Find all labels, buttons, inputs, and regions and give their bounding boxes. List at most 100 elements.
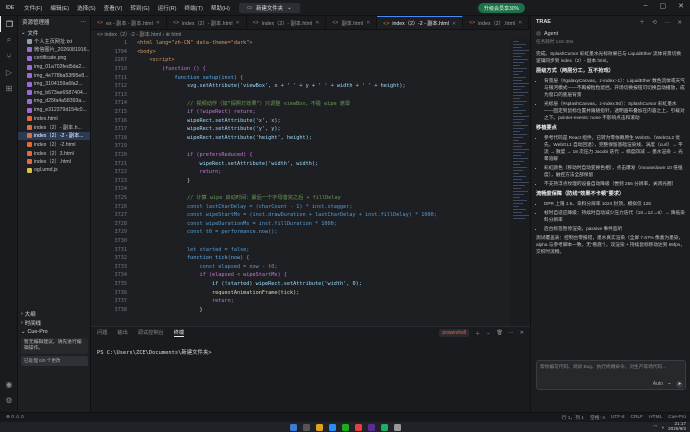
app-icon[interactable]: [393, 423, 401, 431]
panel-tab[interactable]: 调试控制台: [138, 329, 164, 336]
breadcrumb[interactable]: <> index（2）-2 - 副本.html › ⊕ html: [91, 30, 530, 39]
close-tab-icon[interactable]: ✕: [156, 20, 160, 26]
menu-item[interactable]: 终端(T): [181, 4, 207, 12]
windows-start-icon[interactable]: [289, 423, 297, 431]
file-tree-item[interactable]: index（2）3.html: [18, 149, 90, 158]
panel-tab[interactable]: 输出: [117, 329, 127, 336]
close-icon[interactable]: ✕: [520, 330, 524, 336]
file-tree-item[interactable]: img_01a703fed5da2...: [18, 63, 90, 72]
status-item[interactable]: 行 1，列 1: [562, 414, 584, 421]
line-number: 3719: [114, 143, 128, 150]
explorer-section-files[interactable]: ⌄ 文件: [18, 28, 90, 37]
upgrade-button[interactable]: 升级会员享30%: [478, 3, 526, 13]
file-tree-item[interactable]: img_3104159a6fa2...: [18, 80, 90, 89]
status-item[interactable]: UTF-8: [611, 415, 625, 420]
trae-icon[interactable]: [380, 423, 388, 431]
panel-tab[interactable]: 终端: [173, 329, 185, 337]
file-tree-item[interactable]: img_e312379d154c0...: [18, 106, 90, 115]
ide-icon[interactable]: [367, 423, 375, 431]
code-text: }: [137, 177, 191, 184]
cue-status-badge[interactable]: 已处理 0/0 个更改: [21, 356, 88, 366]
attach-icon[interactable]: ⌁: [668, 381, 671, 387]
settings-gear-icon[interactable]: ⚙: [0, 392, 18, 408]
extensions-icon[interactable]: ⊞: [0, 80, 18, 96]
file-tree-item[interactable]: index（2）-2 - 副本...: [18, 131, 90, 141]
close-tab-icon[interactable]: ✕: [452, 21, 456, 27]
wechat-icon[interactable]: [341, 423, 349, 431]
clock[interactable]: 21:17 2026/9/3: [668, 422, 686, 431]
editor-tab[interactable]: <> index（2）- 副本.html ✕: [247, 16, 327, 29]
status-item[interactable]: 空格: 4: [590, 414, 605, 421]
status-item[interactable]: Cue-Pro: [668, 415, 686, 420]
close-tab-icon[interactable]: ✕: [518, 20, 522, 26]
window-title[interactable]: ▭ 新建文件夹 ⌄: [239, 3, 300, 13]
file-name: index（2）- 副本.h...: [34, 124, 82, 131]
more-icon[interactable]: ⋯: [509, 330, 514, 336]
minimap[interactable]: [510, 39, 530, 326]
model-selector[interactable]: Auto: [653, 381, 663, 387]
close-tab-icon[interactable]: ✕: [315, 20, 319, 26]
file-tree-item[interactable]: 个人主页网址.txt: [18, 37, 90, 46]
code-text: return;: [137, 298, 234, 305]
file-tree-item[interactable]: img_4e778ba53f95e8...: [18, 71, 90, 80]
source-control-icon[interactable]: ⑂: [0, 48, 18, 64]
close-tab-icon[interactable]: ✕: [366, 20, 370, 26]
list-item: DPR 上限 1.5、染料分辨率 1024 封顶，模拟仅 128: [544, 200, 685, 207]
code-editor[interactable]: 1 <html lang="zh-CN" data-theme="dark"> 17…: [91, 39, 530, 326]
file-tree-item[interactable]: index（2）-2.html: [18, 140, 90, 149]
add-terminal-icon[interactable]: ＋: [475, 330, 480, 337]
close-tab-icon[interactable]: ✕: [235, 20, 239, 26]
menu-item[interactable]: 帮助(H): [207, 4, 234, 12]
editor-tab[interactable]: <> index（2）-2 - 副本.html ✕: [377, 16, 464, 29]
editor-tab[interactable]: <> index（2）.html ✕: [463, 16, 530, 29]
wifi-icon[interactable]: ◠: [653, 424, 657, 430]
maximize-icon[interactable]: ▢: [660, 2, 667, 10]
editor-tab[interactable]: <> ex - 副本 - 副本.html ✕: [91, 16, 167, 29]
status-item[interactable]: HTML: [649, 415, 662, 420]
timeline-section[interactable]: › 时间线: [18, 318, 90, 327]
trash-icon[interactable]: 🗑: [496, 330, 502, 336]
search-icon[interactable]: ⌕: [0, 32, 18, 48]
panel-tab[interactable]: 问题: [97, 329, 107, 336]
menu-item[interactable]: 转到(G): [126, 4, 153, 12]
file-tree-item[interactable]: img_d25fa4a58393a...: [18, 97, 90, 106]
file-tree-item[interactable]: img_b673ae6587404...: [18, 89, 90, 98]
file-explorer-icon[interactable]: [315, 423, 323, 431]
file-tree-item[interactable]: ogl.umd.js: [18, 166, 90, 175]
volume-icon[interactable]: ◖: [661, 425, 664, 430]
close-icon[interactable]: ✕: [678, 2, 684, 10]
file-tree-item[interactable]: 微信图片_2026081916...: [18, 46, 90, 55]
problems-status[interactable]: ⊗ 0 ⚠ 0: [6, 415, 24, 420]
menu-item[interactable]: 查看(V): [100, 4, 127, 12]
send-icon[interactable]: ➤: [676, 380, 683, 388]
chevron-down-icon[interactable]: ⌄: [486, 330, 490, 336]
more-icon[interactable]: ⋯: [81, 19, 87, 25]
editor-tab[interactable]: <> 副本.html ✕: [326, 16, 378, 29]
file-tree-item[interactable]: index.html: [18, 114, 90, 123]
app-icon[interactable]: [354, 423, 362, 431]
menu-item[interactable]: 选择(S): [73, 4, 100, 12]
outline-section[interactable]: › 大纲: [18, 309, 90, 318]
editor-tab[interactable]: <> index（2）- 副本.html ✕: [167, 16, 247, 29]
cue-pro-section[interactable]: ⌄ Cue-Pro: [18, 327, 90, 336]
code-line: 3738 }: [91, 305, 530, 314]
terminal-prompt[interactable]: PS C:\Users\ZCE\Documents\新建文件夹>: [91, 338, 530, 366]
edge-browser-icon[interactable]: [328, 423, 336, 431]
file-tree-item[interactable]: certificate.png: [18, 54, 90, 63]
file-tree-item[interactable]: index（2）.html: [18, 157, 90, 166]
line-number: 3733: [114, 263, 128, 270]
minimize-icon[interactable]: –: [644, 2, 648, 10]
file-tree-item[interactable]: index（2）- 副本.h...: [18, 123, 90, 132]
status-item[interactable]: CRLF: [631, 415, 644, 420]
terminal-shell-selector[interactable]: powershell: [439, 329, 470, 337]
menu-item[interactable]: 运行(R): [154, 4, 181, 12]
menu-item[interactable]: 编辑(E): [46, 4, 73, 12]
agent-header-actions-icon[interactable]: ＋ ⟲ ⋯ ✕: [639, 18, 685, 26]
menu-item[interactable]: 文件(F): [20, 4, 46, 12]
bottom-panel: 问题 输出 调试控制台 终端 powershell ＋ ⌄ 🗑 ⋯ ✕ PS C:\U…: [91, 326, 530, 412]
account-icon[interactable]: ◉: [0, 376, 18, 392]
run-debug-icon[interactable]: ▷: [0, 64, 18, 80]
explorer-icon[interactable]: ❐: [0, 16, 18, 32]
search-icon[interactable]: [302, 423, 310, 431]
agent-tab[interactable]: Agent: [531, 28, 690, 39]
